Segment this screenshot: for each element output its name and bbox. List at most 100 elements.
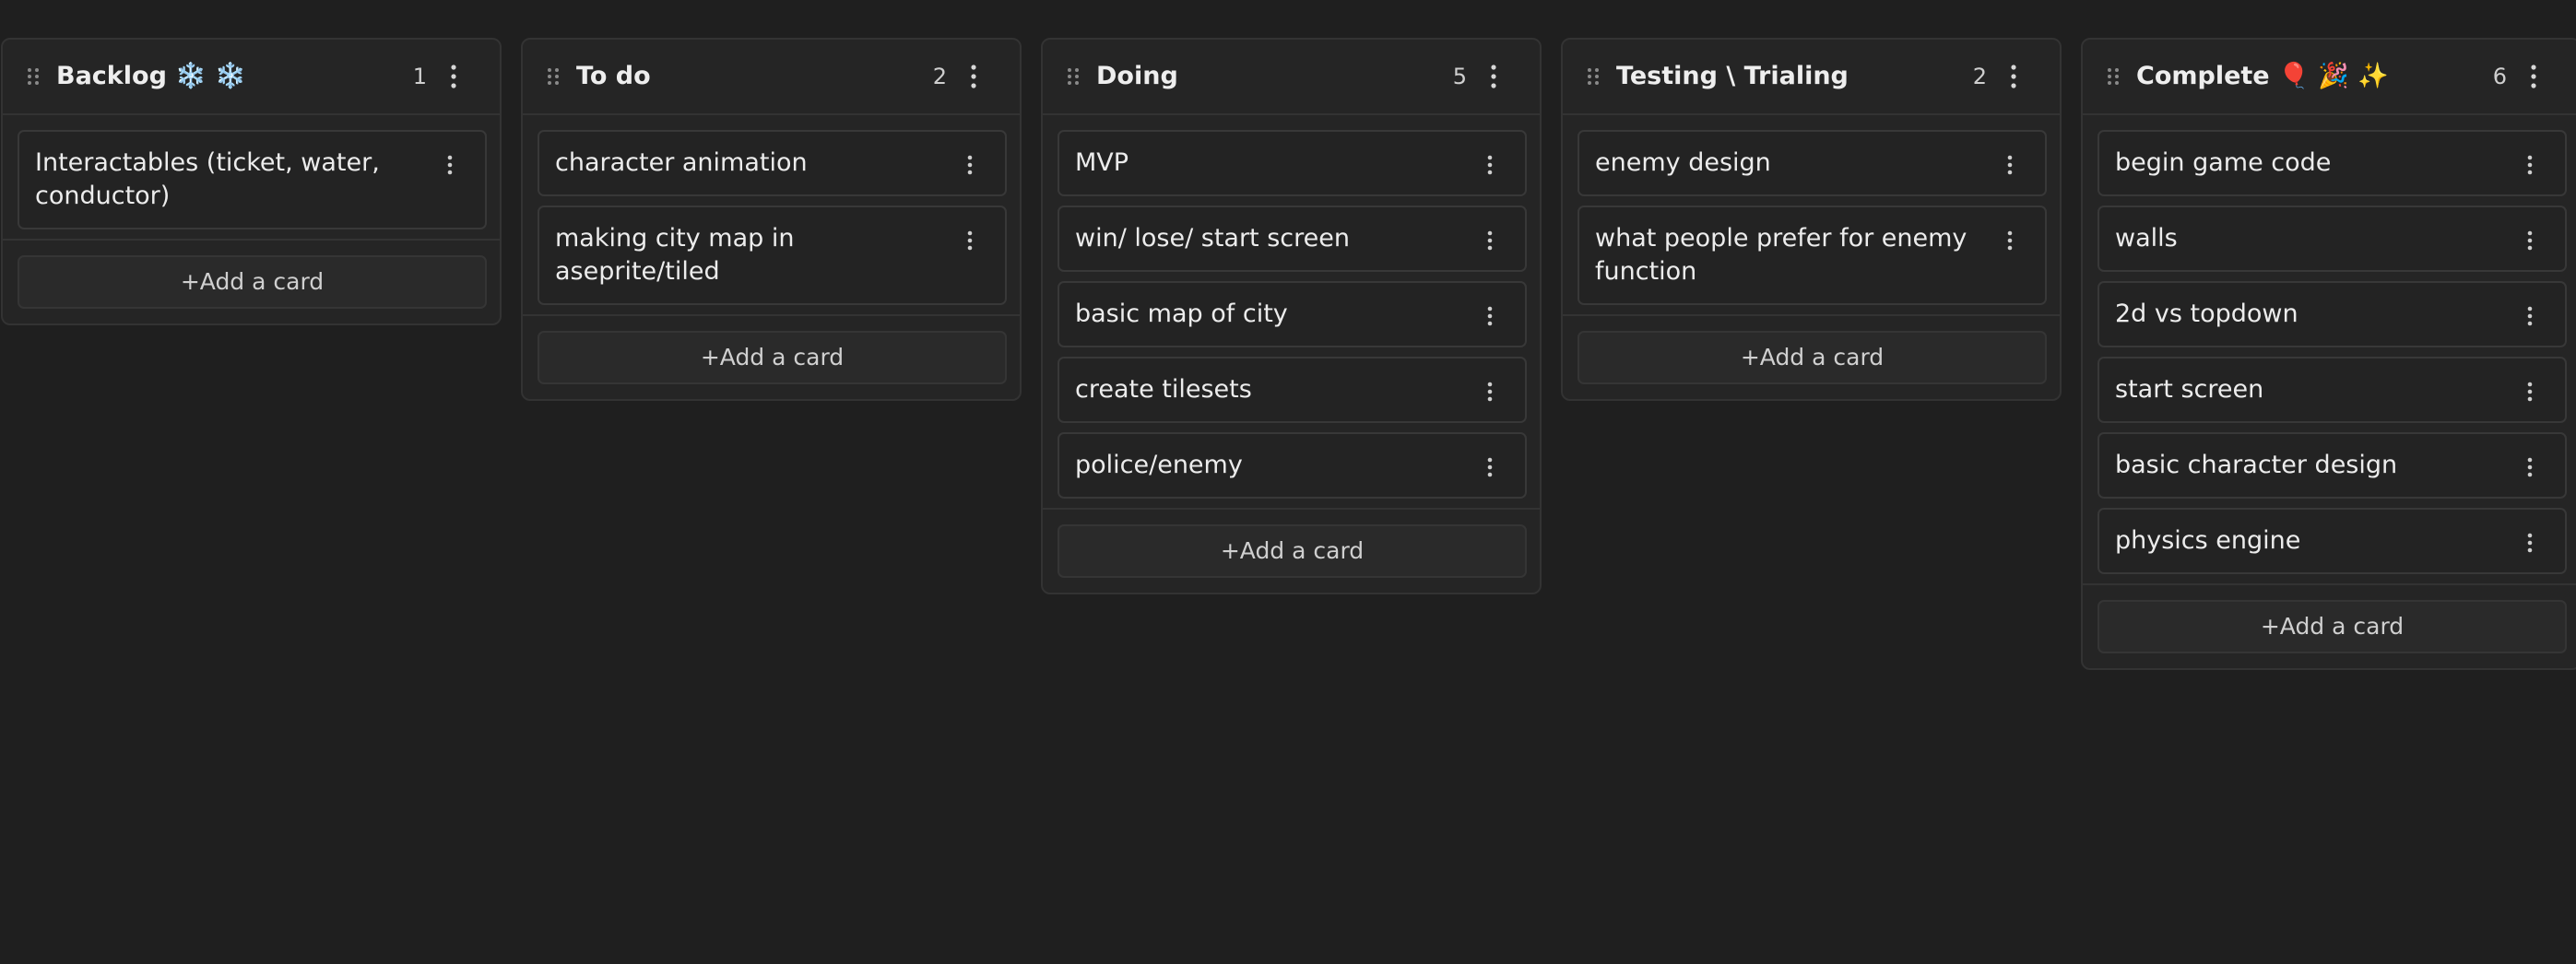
add-card-button[interactable]: +Add a card bbox=[18, 255, 487, 309]
kebab-menu-icon[interactable] bbox=[2003, 229, 2017, 252]
column-title: Complete 🎈 🎉 ✨ bbox=[2136, 40, 2389, 113]
snowflake-emoji: ❄️ ❄️ bbox=[175, 62, 246, 90]
card[interactable]: win/ lose/ start screen bbox=[1058, 206, 1527, 272]
add-card-button[interactable]: +Add a card bbox=[1058, 524, 1527, 578]
column-header: Doing 5 bbox=[1043, 40, 1540, 115]
column-title-text: Complete bbox=[2136, 62, 2270, 90]
card-text: create tilesets bbox=[1075, 375, 1252, 404]
column-card-count: 1 bbox=[412, 64, 427, 89]
kebab-menu-icon[interactable] bbox=[443, 154, 457, 176]
column-card-count: 6 bbox=[2492, 64, 2507, 89]
column-doing: Doing 5 MVP win/ lose/ start screen basi… bbox=[1041, 38, 1542, 594]
card-text: start screen bbox=[2115, 375, 2264, 404]
kebab-menu-icon[interactable] bbox=[1483, 381, 1497, 403]
card-text: making city map in aseprite/tiled bbox=[555, 224, 795, 286]
kebab-menu-icon[interactable] bbox=[963, 229, 977, 252]
drag-handle-icon[interactable] bbox=[27, 67, 40, 86]
card[interactable]: Interactables (ticket, water, conductor) bbox=[18, 130, 487, 229]
card-text: Interactables (ticket, water, conductor) bbox=[35, 148, 380, 210]
kebab-menu-icon[interactable] bbox=[1483, 229, 1497, 252]
card-text: begin game code bbox=[2115, 148, 2332, 177]
card-text: what people prefer for enemy function bbox=[1595, 224, 1967, 286]
card-text: character animation bbox=[555, 148, 808, 177]
kebab-menu-icon[interactable] bbox=[2523, 381, 2537, 403]
column-to-do: To do 2 character animation making city … bbox=[521, 38, 1022, 401]
card-list: begin game code walls 2d vs topdown star… bbox=[2083, 115, 2576, 574]
kebab-menu-icon[interactable] bbox=[964, 64, 983, 89]
column-footer: +Add a card bbox=[2083, 583, 2576, 668]
card-text: walls bbox=[2115, 224, 2178, 253]
card-list: character animation making city map in a… bbox=[523, 115, 1020, 305]
column-header: To do 2 bbox=[523, 40, 1020, 115]
kebab-menu-icon[interactable] bbox=[2523, 154, 2537, 176]
column-card-count: 2 bbox=[1972, 64, 1987, 89]
add-card-button[interactable]: +Add a card bbox=[1578, 331, 2047, 384]
drag-handle-icon[interactable] bbox=[2107, 67, 2120, 86]
card[interactable]: making city map in aseprite/tiled bbox=[538, 206, 1007, 305]
kebab-menu-icon[interactable] bbox=[963, 154, 977, 176]
column-title-text: Doing bbox=[1096, 62, 1178, 90]
card[interactable]: MVP bbox=[1058, 130, 1527, 196]
add-card-button[interactable]: +Add a card bbox=[2097, 600, 2567, 653]
column-title: Backlog ❄️ ❄️ bbox=[56, 40, 246, 113]
card[interactable]: physics engine bbox=[2097, 508, 2567, 574]
kebab-menu-icon[interactable] bbox=[444, 64, 463, 89]
card-list: MVP win/ lose/ start screen basic map of… bbox=[1043, 115, 1540, 499]
kebab-menu-icon[interactable] bbox=[2003, 154, 2017, 176]
column-testing-trialing: Testing \ Trialing 2 enemy design what p… bbox=[1561, 38, 2062, 401]
celebration-emoji: 🎈 🎉 ✨ bbox=[2278, 62, 2389, 90]
card[interactable]: walls bbox=[2097, 206, 2567, 272]
kebab-menu-icon[interactable] bbox=[1484, 64, 1503, 89]
column-title: Testing \ Trialing bbox=[1616, 40, 1849, 113]
column-backlog: Backlog ❄️ ❄️ 1 Interactables (ticket, w… bbox=[1, 38, 502, 325]
column-title-text: Backlog bbox=[56, 62, 167, 90]
card[interactable]: begin game code bbox=[2097, 130, 2567, 196]
card[interactable]: start screen bbox=[2097, 357, 2567, 423]
kebab-menu-icon[interactable] bbox=[2523, 229, 2537, 252]
column-footer: +Add a card bbox=[523, 314, 1020, 399]
card-text: police/enemy bbox=[1075, 451, 1243, 479]
kebab-menu-icon[interactable] bbox=[2523, 532, 2537, 554]
card-list: enemy design what people prefer for enem… bbox=[1563, 115, 2060, 305]
card[interactable]: enemy design bbox=[1578, 130, 2047, 196]
kebab-menu-icon[interactable] bbox=[1483, 456, 1497, 478]
card[interactable]: police/enemy bbox=[1058, 432, 1527, 499]
column-footer: +Add a card bbox=[1043, 508, 1540, 593]
column-header: Complete 🎈 🎉 ✨ 6 bbox=[2083, 40, 2576, 115]
card-text: 2d vs topdown bbox=[2115, 300, 2298, 328]
card[interactable]: character animation bbox=[538, 130, 1007, 196]
column-title-text: To do bbox=[576, 62, 651, 90]
column-footer: +Add a card bbox=[3, 239, 500, 323]
kanban-board: Backlog ❄️ ❄️ 1 Interactables (ticket, w… bbox=[0, 0, 2576, 964]
column-card-count: 2 bbox=[932, 64, 947, 89]
card-text: physics engine bbox=[2115, 526, 2301, 555]
card[interactable]: what people prefer for enemy function bbox=[1578, 206, 2047, 305]
kebab-menu-icon[interactable] bbox=[1483, 154, 1497, 176]
drag-handle-icon[interactable] bbox=[1587, 67, 1600, 86]
column-title: To do bbox=[576, 40, 651, 113]
card-list: Interactables (ticket, water, conductor) bbox=[3, 115, 500, 229]
card-text: MVP bbox=[1075, 148, 1129, 177]
kebab-menu-icon[interactable] bbox=[2004, 64, 2023, 89]
kebab-menu-icon[interactable] bbox=[2524, 64, 2543, 89]
column-header: Backlog ❄️ ❄️ 1 bbox=[3, 40, 500, 115]
column-header: Testing \ Trialing 2 bbox=[1563, 40, 2060, 115]
column-card-count: 5 bbox=[1452, 64, 1467, 89]
card[interactable]: 2d vs topdown bbox=[2097, 281, 2567, 347]
column-footer: +Add a card bbox=[1563, 314, 2060, 399]
card[interactable]: basic map of city bbox=[1058, 281, 1527, 347]
column-complete: Complete 🎈 🎉 ✨ 6 begin game code walls 2… bbox=[2081, 38, 2576, 670]
kebab-menu-icon[interactable] bbox=[2523, 456, 2537, 478]
kebab-menu-icon[interactable] bbox=[1483, 305, 1497, 327]
add-card-button[interactable]: +Add a card bbox=[538, 331, 1007, 384]
card[interactable]: create tilesets bbox=[1058, 357, 1527, 423]
drag-handle-icon[interactable] bbox=[547, 67, 560, 86]
drag-handle-icon[interactable] bbox=[1067, 67, 1080, 86]
card-text: win/ lose/ start screen bbox=[1075, 224, 1350, 253]
card-text: basic map of city bbox=[1075, 300, 1288, 328]
card-text: basic character design bbox=[2115, 451, 2398, 479]
card[interactable]: basic character design bbox=[2097, 432, 2567, 499]
kebab-menu-icon[interactable] bbox=[2523, 305, 2537, 327]
column-title-text: Testing \ Trialing bbox=[1616, 62, 1849, 90]
card-text: enemy design bbox=[1595, 148, 1771, 177]
